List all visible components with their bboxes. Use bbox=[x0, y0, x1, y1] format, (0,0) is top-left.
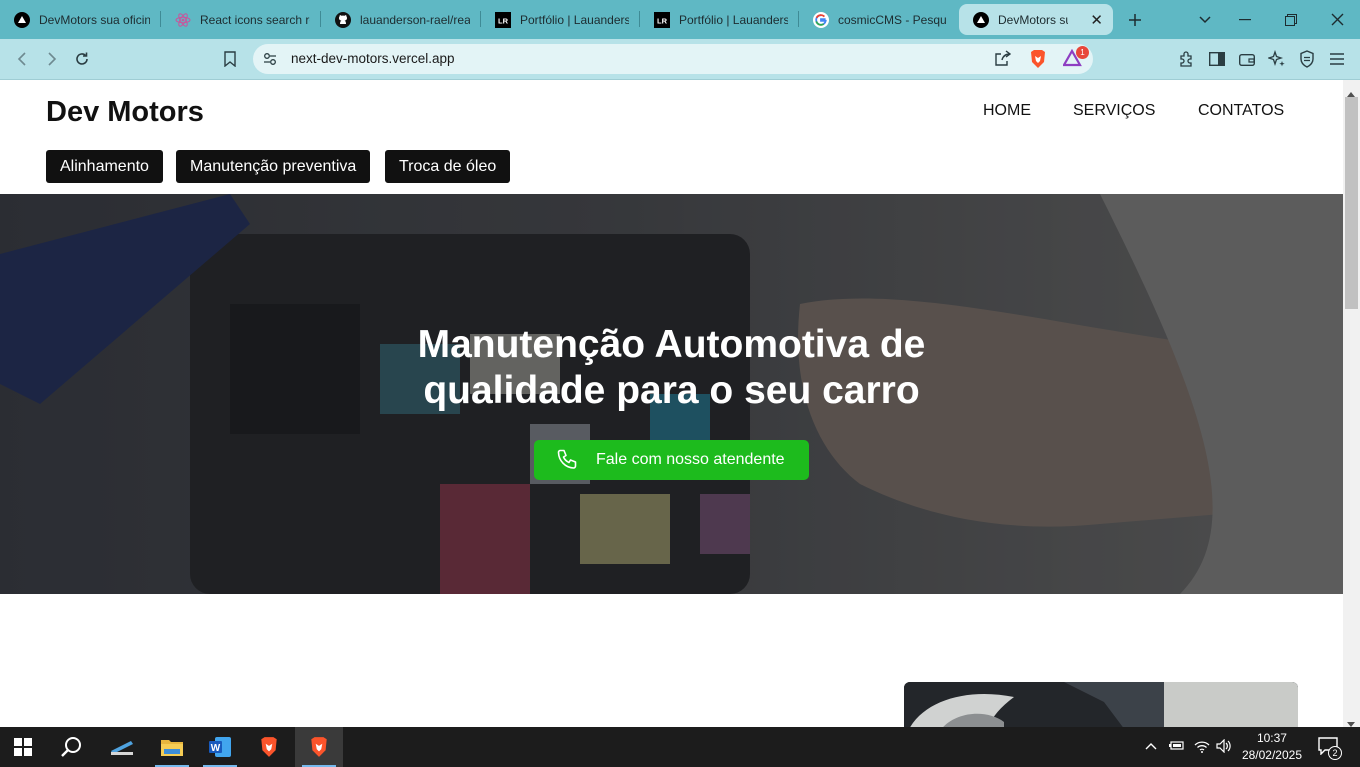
new-tab-button[interactable] bbox=[1112, 0, 1158, 39]
tab-devmotors-1[interactable]: DevMotors sua oficina bbox=[0, 4, 160, 35]
tab-portfolio-1[interactable]: LR Portfólio | Lauanders bbox=[481, 4, 639, 35]
vercel-triangle-icon bbox=[14, 11, 30, 28]
svg-text:W: W bbox=[211, 743, 221, 754]
clock-time: 10:37 bbox=[1256, 731, 1287, 745]
react-icon bbox=[175, 12, 191, 28]
tab-google-search[interactable]: cosmicCMS - Pesqui bbox=[799, 4, 957, 35]
minimize-button[interactable] bbox=[1222, 0, 1268, 39]
address-bar[interactable]: next-dev-motors.vercel.app 1 bbox=[253, 44, 1093, 74]
show-hidden-icons-chevron-icon[interactable] bbox=[1145, 738, 1157, 753]
about-section-image bbox=[904, 682, 1298, 727]
menu-hamburger-icon[interactable] bbox=[1325, 47, 1349, 71]
tab-devmotors-active[interactable]: DevMotors sua o ✕ bbox=[959, 4, 1113, 35]
vpn-shield-icon[interactable] bbox=[1295, 47, 1319, 71]
scrollbar-thumb[interactable] bbox=[1345, 97, 1358, 309]
site-settings-icon[interactable] bbox=[263, 52, 277, 71]
svg-text:LR: LR bbox=[657, 16, 668, 25]
nav-services-link[interactable]: SERVIÇOS bbox=[1073, 102, 1155, 120]
forward-arrow-icon[interactable] bbox=[40, 47, 64, 71]
hero-title: Manutenção Automotiva de qualidade para … bbox=[300, 322, 1043, 414]
tab-github[interactable]: lauanderson-rael/rea bbox=[321, 4, 480, 35]
hero-title-line-2: qualidade para o seu carro bbox=[423, 369, 920, 412]
back-arrow-icon[interactable] bbox=[10, 47, 34, 71]
tab-title: React icons search re bbox=[200, 12, 310, 27]
scanner-app-icon[interactable] bbox=[99, 727, 145, 767]
tab-title: cosmicCMS - Pesqui bbox=[838, 12, 947, 27]
browser-tab-strip: DevMotors sua oficina React icons search… bbox=[0, 0, 1360, 39]
close-tab-icon[interactable]: ✕ bbox=[1084, 11, 1103, 29]
share-icon[interactable] bbox=[993, 50, 1012, 73]
bookmark-icon[interactable] bbox=[218, 47, 242, 71]
extensions-puzzle-icon[interactable] bbox=[1175, 47, 1199, 71]
wallet-icon[interactable] bbox=[1235, 47, 1259, 71]
tab-title: Portfólio | Lauanders bbox=[520, 12, 629, 27]
windows-taskbar: W 10:37 28/02/2025 2 bbox=[0, 727, 1360, 767]
service-chip-troca-oleo[interactable]: Troca de óleo bbox=[385, 150, 511, 183]
reload-icon[interactable] bbox=[70, 47, 94, 71]
close-window-button[interactable] bbox=[1314, 0, 1360, 39]
file-explorer-icon[interactable] bbox=[149, 727, 195, 767]
tab-title: lauanderson-rael/rea bbox=[360, 12, 470, 27]
brave-browser-icon[interactable] bbox=[246, 727, 292, 767]
svg-text:LR: LR bbox=[498, 16, 509, 25]
google-icon bbox=[813, 11, 829, 28]
wifi-icon[interactable] bbox=[1194, 739, 1210, 756]
url-text: next-dev-motors.vercel.app bbox=[291, 51, 455, 66]
word-app-icon[interactable]: W bbox=[197, 727, 243, 767]
clock-date: 28/02/2025 bbox=[1241, 748, 1302, 762]
leo-ai-sparkle-icon[interactable] bbox=[1265, 47, 1289, 71]
brave-browser-active-icon[interactable] bbox=[295, 727, 343, 767]
nav-home-link[interactable]: HOME bbox=[983, 102, 1031, 120]
restore-button[interactable] bbox=[1268, 0, 1314, 39]
tab-title: Portfólio | Lauanders bbox=[679, 12, 788, 27]
search-icon[interactable] bbox=[48, 727, 94, 767]
lr-logo-icon: LR bbox=[654, 11, 670, 28]
volume-icon[interactable] bbox=[1216, 738, 1232, 756]
brave-shields-icon[interactable] bbox=[1029, 49, 1047, 74]
web-page: Dev Motors HOME SERVIÇOS CONTATOS Alinha… bbox=[0, 80, 1343, 727]
hero-title-line-1: Manutenção Automotiva de bbox=[417, 323, 926, 366]
service-chip-alinhamento[interactable]: Alinhamento bbox=[46, 150, 163, 183]
nav-contacts-link[interactable]: CONTATOS bbox=[1198, 102, 1284, 120]
phone-icon bbox=[556, 448, 580, 472]
battery-icon[interactable] bbox=[1169, 739, 1185, 754]
lr-logo-icon: LR bbox=[495, 11, 511, 28]
tab-title: DevMotors sua o bbox=[998, 12, 1068, 27]
vercel-triangle-icon bbox=[973, 11, 989, 28]
tab-react-icons[interactable]: React icons search re bbox=[161, 4, 320, 35]
browser-toolbar: next-dev-motors.vercel.app 1 bbox=[0, 39, 1360, 80]
service-chip-manutencao[interactable]: Manutenção preventiva bbox=[176, 150, 371, 183]
tab-title: DevMotors sua oficina bbox=[39, 12, 150, 27]
taskbar-clock[interactable]: 10:37 28/02/2025 bbox=[1242, 730, 1302, 764]
hero-banner: Manutenção Automotiva de qualidade para … bbox=[0, 194, 1343, 594]
cta-label: Fale com nosso atendente bbox=[596, 451, 785, 468]
notification-count-badge: 2 bbox=[1328, 746, 1342, 760]
rewards-badge: 1 bbox=[1076, 46, 1089, 59]
github-icon bbox=[335, 11, 351, 28]
sidebar-toggle-icon[interactable] bbox=[1205, 47, 1229, 71]
windows-start-icon[interactable] bbox=[0, 727, 46, 767]
contact-attendant-button[interactable]: Fale com nosso atendente bbox=[534, 440, 809, 480]
site-logo-title[interactable]: Dev Motors bbox=[46, 96, 204, 129]
tab-portfolio-2[interactable]: LR Portfólio | Lauanders bbox=[640, 4, 798, 35]
